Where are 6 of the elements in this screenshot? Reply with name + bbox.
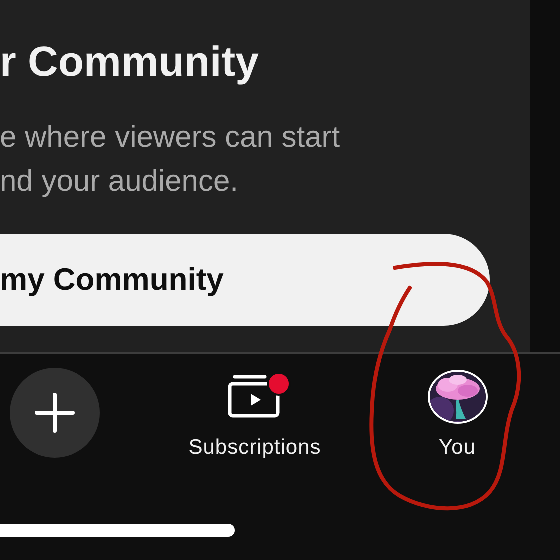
community-button[interactable]: my Community <box>0 234 490 326</box>
subscriptions-icon <box>227 374 283 420</box>
card-description: e where viewers can start nd your audience. <box>0 120 340 200</box>
card-title: r Community <box>0 37 260 87</box>
plus-icon <box>35 393 75 433</box>
subscriptions-tab[interactable]: Subscriptions <box>188 374 322 464</box>
